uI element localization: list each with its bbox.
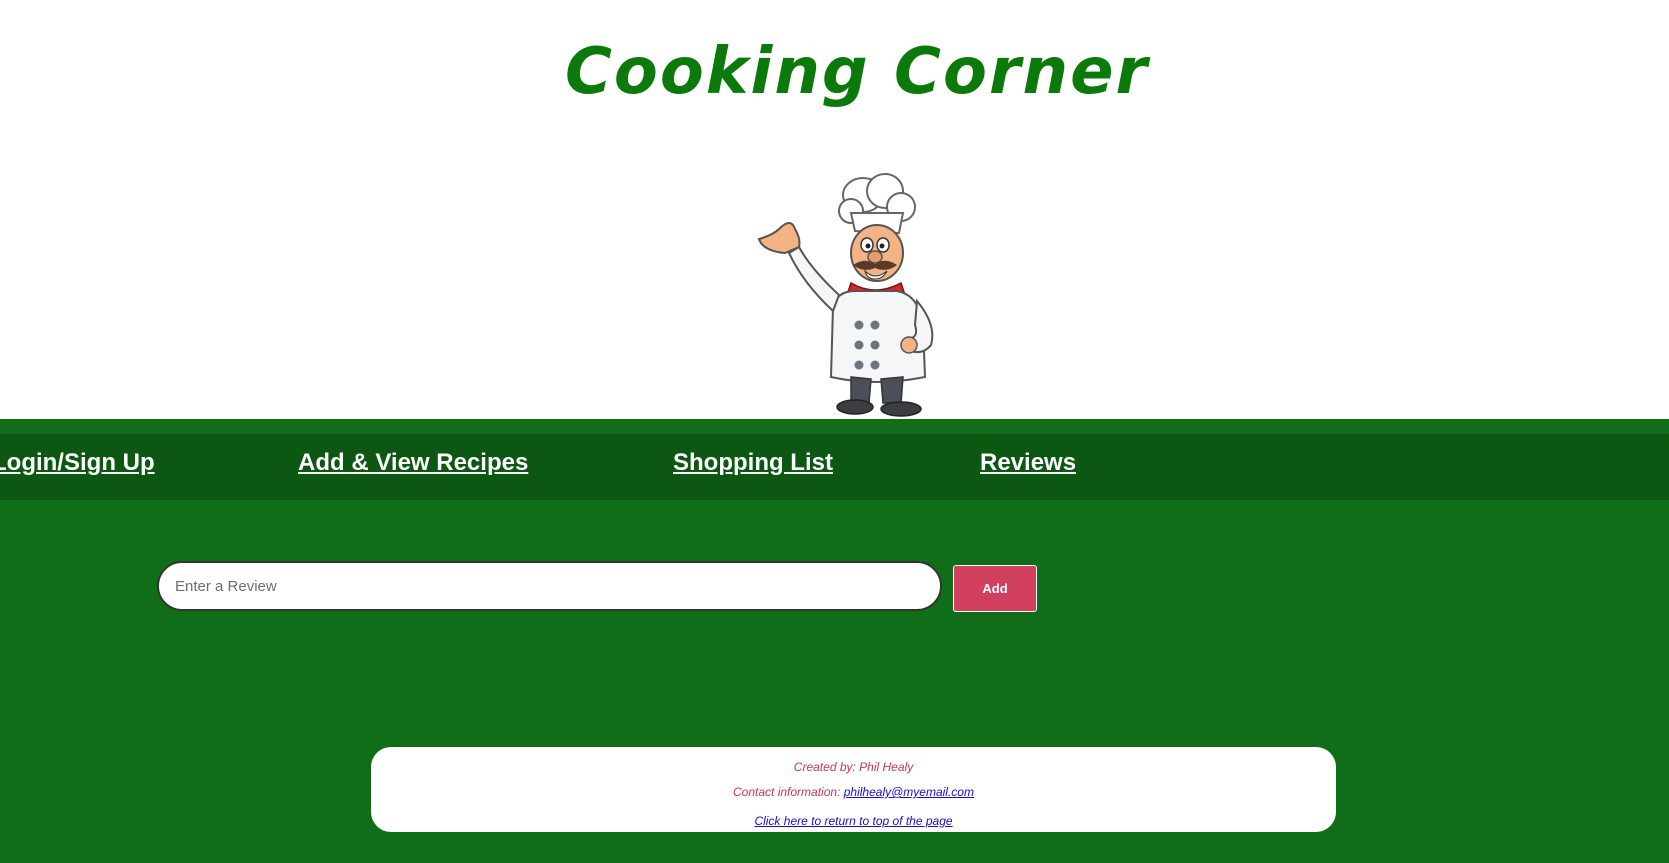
- header: Cooking Corner: [0, 0, 1669, 419]
- review-input[interactable]: [157, 561, 942, 611]
- nav-shopping-list-link[interactable]: Shopping List: [673, 448, 833, 478]
- site-title: Cooking Corner: [564, 35, 1150, 109]
- contact-info: Contact information: philhealy@myemail.c…: [371, 785, 1336, 799]
- nav-login-signup-link[interactable]: Login/Sign Up: [0, 448, 155, 478]
- add-review-button[interactable]: Add: [953, 565, 1037, 612]
- nav-reviews-link[interactable]: Reviews: [980, 448, 1076, 478]
- footer: Created by: Phil Healy Contact informati…: [371, 747, 1336, 832]
- contact-label: Contact information:: [733, 785, 841, 799]
- back-to-top-line: Click here to return to top of the page: [371, 814, 1336, 828]
- chef-mascot-icon: [757, 173, 934, 417]
- contact-email-link[interactable]: philhealy@myemail.com: [844, 785, 974, 799]
- created-by-text: Created by: Phil Healy: [793, 760, 914, 774]
- main-nav: Login/Sign Up Add & View Recipes Shoppin…: [0, 434, 1669, 500]
- back-to-top-link[interactable]: Click here to return to top of the page: [754, 814, 952, 828]
- nav-add-view-recipes-link[interactable]: Add & View Recipes: [298, 448, 528, 478]
